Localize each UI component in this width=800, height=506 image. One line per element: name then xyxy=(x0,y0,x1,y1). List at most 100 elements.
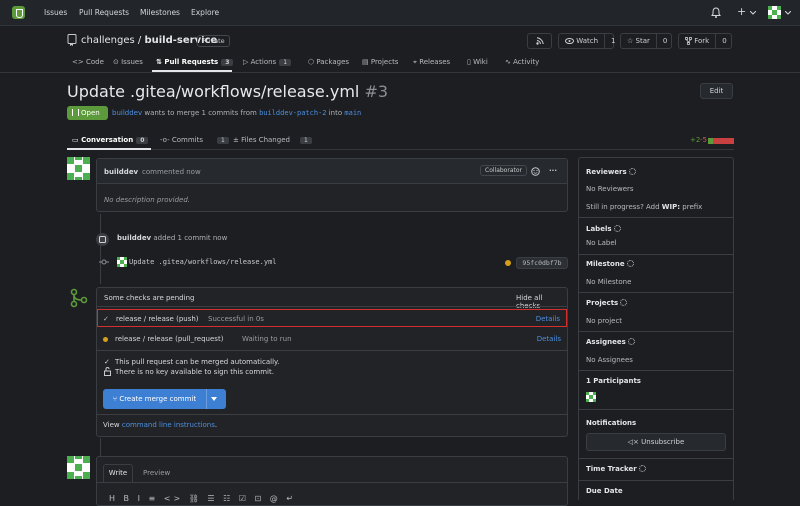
assignees-header[interactable]: Assignees xyxy=(586,338,635,346)
labels-header[interactable]: Labels xyxy=(586,225,621,233)
tab-conversation[interactable]: ▭ Conversation 0 xyxy=(72,136,149,144)
more-options-icon[interactable]: ··· xyxy=(549,167,557,175)
gear-icon[interactable] xyxy=(638,465,646,472)
reviewers-title: Reviewers xyxy=(586,168,627,176)
collaborator-badge: Collaborator xyxy=(480,165,527,176)
pr-author-link[interactable]: builddev xyxy=(112,109,142,117)
repo-owner-link[interactable]: challenges xyxy=(81,35,135,46)
pull-requests-count: 3 xyxy=(221,59,234,66)
fork-count[interactable]: 0 xyxy=(716,37,732,45)
markdown-toolbar-icons[interactable]: H B I ≡ <> ⛓ ☰ ☷ ☑ ⊡ @ ↵ xyxy=(109,494,296,503)
event-author-link[interactable]: builddev xyxy=(117,234,151,242)
due-date-header: Due Date xyxy=(586,487,623,495)
create-plus-icon[interactable]: + xyxy=(737,5,746,18)
tab-issues[interactable]: ⊙ Issues xyxy=(113,58,143,66)
check-details-link[interactable]: Details xyxy=(536,310,560,328)
tab-wiki[interactable]: ▯ Wiki xyxy=(467,58,488,66)
unsubscribe-button[interactable]: ◁× Unsubscribe xyxy=(586,433,726,451)
check-name: release / release (pull_request) xyxy=(115,335,224,343)
gear-icon[interactable] xyxy=(628,168,636,175)
merge-options-dropdown-icon[interactable] xyxy=(211,397,217,401)
star-button[interactable]: ☆ Star 0 xyxy=(620,33,672,49)
wip-hint: Still in progress? Add WIP: prefix xyxy=(586,203,702,211)
commits-count: 1 xyxy=(217,137,229,144)
tab-files-changed[interactable]: ± Files Changed 1 xyxy=(233,136,312,144)
tab-pull-requests-label: Pull Requests xyxy=(164,58,219,66)
mute-icon: ◁× xyxy=(627,438,639,446)
commit-message-link[interactable]: Update .gitea/workflows/release.yml xyxy=(129,258,277,266)
milestone-header[interactable]: Milestone xyxy=(586,260,634,268)
commit-sha-button[interactable]: 95fc0dbf7b xyxy=(516,257,568,269)
gear-icon[interactable] xyxy=(627,338,635,345)
tab-actions[interactable]: ▷ Actions 1 xyxy=(243,58,292,66)
tab-activity-label: Activity xyxy=(513,58,540,66)
gitea-logo-icon[interactable] xyxy=(12,6,25,19)
tab-preview[interactable]: Preview xyxy=(143,469,170,477)
smiley-icon[interactable] xyxy=(531,167,540,176)
user-avatar[interactable] xyxy=(768,6,781,19)
nav-milestones[interactable]: Milestones xyxy=(140,8,180,17)
gear-icon[interactable] xyxy=(620,299,628,306)
participant-avatar[interactable] xyxy=(586,392,596,402)
nav-pull-requests[interactable]: Pull Requests xyxy=(79,8,129,17)
hide-checks-link[interactable]: Hide all checks xyxy=(516,294,567,310)
git-merge-icon xyxy=(70,288,88,308)
base-branch-link[interactable]: main xyxy=(344,109,361,117)
tab-packages[interactable]: ⬡ Packages xyxy=(308,58,349,66)
comment-editor: Write Preview H B I ≡ <> ⛓ ☰ ☷ ☑ ⊡ @ ↵ xyxy=(96,456,568,506)
mergeable-text: This pull request can be merged automati… xyxy=(115,358,280,366)
signing-text: There is no key available to sign this c… xyxy=(115,368,274,376)
event-text: added 1 commit now xyxy=(153,234,228,242)
tab-write[interactable]: Write xyxy=(103,464,133,482)
tab-pull-requests[interactable]: ⇅ Pull Requests 3 xyxy=(156,58,234,66)
star-label: Star xyxy=(635,37,650,45)
gear-icon[interactable] xyxy=(613,225,621,232)
comment-header: builddev commented now Collaborator ··· xyxy=(97,159,567,184)
fork-button[interactable]: Fork 0 xyxy=(678,33,732,49)
tab-actions-label: Actions xyxy=(250,58,277,66)
assignees-title: Assignees xyxy=(586,338,626,346)
actions-count: 1 xyxy=(279,59,292,66)
repo-push-icon xyxy=(99,236,106,243)
nav-explore[interactable]: Explore xyxy=(191,8,219,17)
tab-commits-label: Commits xyxy=(171,136,203,144)
tab-releases[interactable]: ⌖ Releases xyxy=(413,58,450,67)
nav-issues[interactable]: Issues xyxy=(44,8,67,17)
command-line-link[interactable]: command line instructions xyxy=(122,421,215,429)
code-icon: <> xyxy=(72,58,84,66)
watch-label: Watch xyxy=(576,37,599,45)
watch-button[interactable]: Watch 1 xyxy=(558,33,616,49)
projects-header[interactable]: Projects xyxy=(586,299,628,307)
timeline-line xyxy=(100,214,101,284)
star-count[interactable]: 0 xyxy=(657,37,673,45)
rss-button[interactable] xyxy=(527,33,552,49)
create-merge-commit-button[interactable]: ⑂ Create merge commit xyxy=(103,389,226,409)
pr-sidebar: Reviewers No Reviewers Still in progress… xyxy=(578,157,734,500)
top-navbar: Issues Pull Requests Milestones Explore … xyxy=(0,0,800,26)
check-row-push[interactable]: ✓ release / release (push) Successful in… xyxy=(97,309,567,327)
pr-number: #3 xyxy=(364,82,389,101)
timeline-line xyxy=(100,438,101,458)
edit-title-button[interactable]: Edit xyxy=(700,83,733,99)
tab-activity[interactable]: ∿ Activity xyxy=(505,58,539,66)
current-user-avatar[interactable] xyxy=(67,456,90,479)
gear-icon[interactable] xyxy=(626,260,634,267)
merge-button-label[interactable]: ⑂ Create merge commit xyxy=(103,389,207,409)
comment-author-link[interactable]: builddev xyxy=(104,168,138,176)
head-branch-link[interactable]: builddev-patch-2 xyxy=(259,109,326,117)
author-avatar[interactable] xyxy=(67,157,90,180)
reviewers-header[interactable]: Reviewers xyxy=(586,168,636,176)
tab-projects-label: Projects xyxy=(370,58,399,66)
tab-projects[interactable]: ▤ Projects xyxy=(362,58,398,66)
wip-prefix-link[interactable]: WIP: xyxy=(662,203,680,211)
chevron-down-icon[interactable] xyxy=(750,11,756,15)
check-details-link[interactable]: Details xyxy=(537,330,561,348)
bell-icon[interactable] xyxy=(711,7,721,18)
check-row-pull-request[interactable]: release / release (pull_request) Waiting… xyxy=(97,330,567,348)
tab-code[interactable]: <> Code xyxy=(72,58,104,66)
fork-label: Fork xyxy=(694,37,710,45)
time-tracker-header[interactable]: Time Tracker xyxy=(586,465,646,473)
chevron-down-icon[interactable] xyxy=(785,11,791,15)
commit-author-avatar[interactable] xyxy=(117,257,127,267)
tab-commits[interactable]: -o- Commits 1 xyxy=(160,136,229,144)
